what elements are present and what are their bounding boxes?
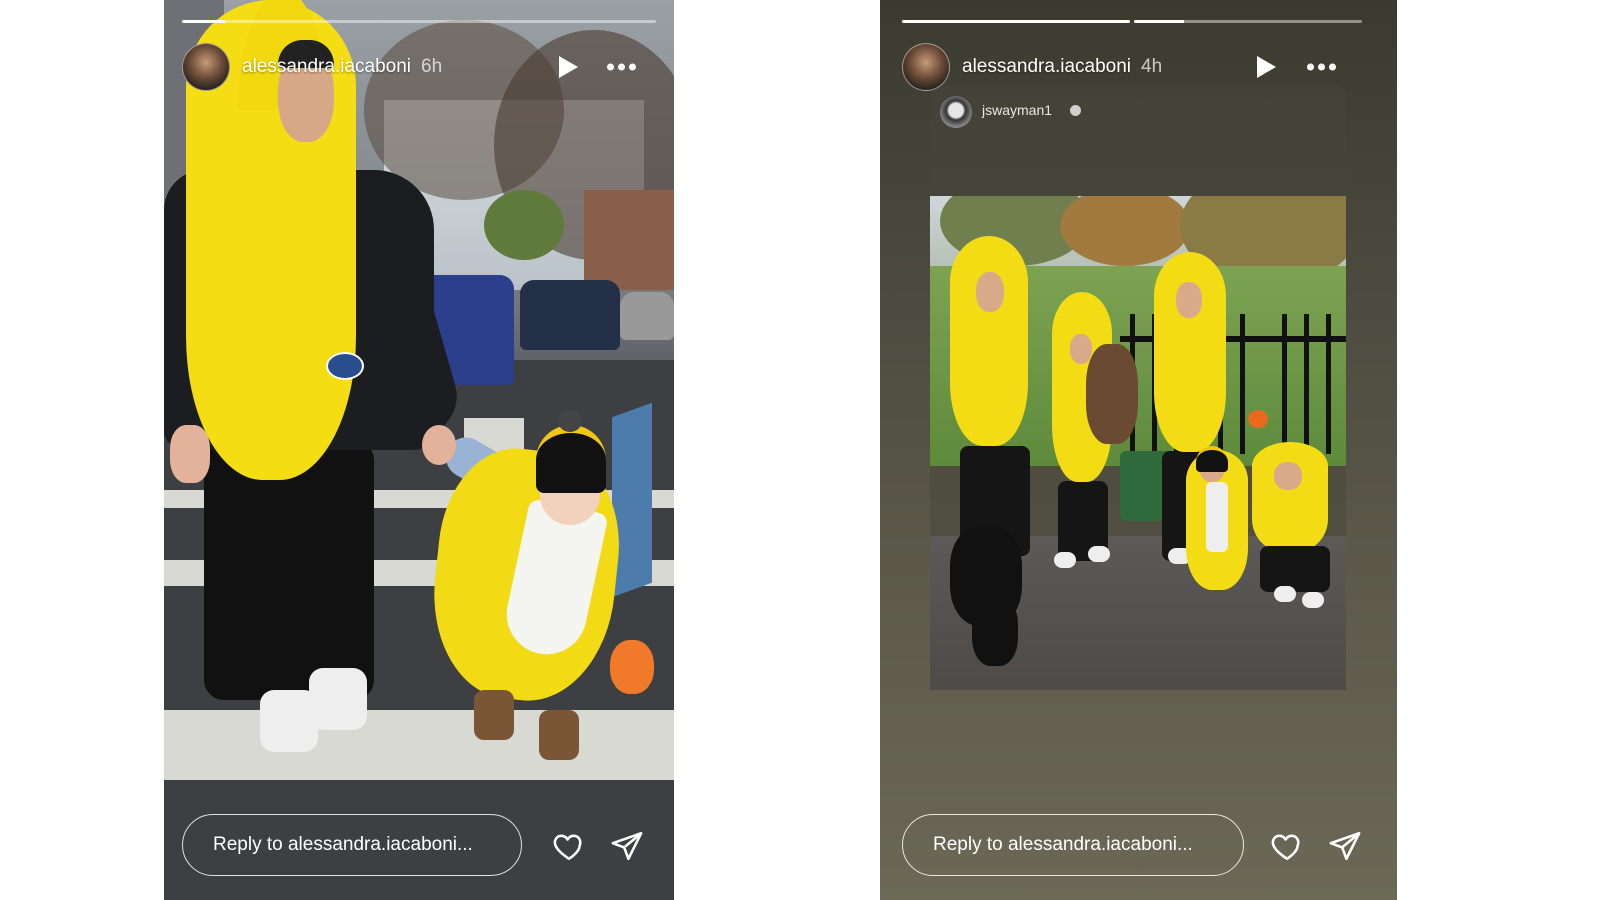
avatar[interactable] (902, 43, 950, 91)
story-header: alessandra.iacaboni 6h (182, 43, 656, 91)
reshared-photo[interactable] (930, 196, 1346, 690)
progress-segment (1134, 20, 1362, 23)
send-icon[interactable] (1328, 829, 1362, 863)
story-photo (164, 0, 674, 900)
story-progress-bar (902, 20, 1362, 23)
post-time: 4h (1141, 56, 1163, 77)
reply-placeholder: Reply to alessandra.iacaboni... (213, 834, 473, 855)
username[interactable]: alessandra.iacaboni (242, 56, 411, 78)
heart-icon[interactable] (1270, 829, 1304, 863)
reshare-avatar[interactable] (940, 96, 972, 128)
username[interactable]: alessandra.iacaboni (962, 56, 1131, 78)
reply-input[interactable]: Reply to alessandra.iacaboni... (182, 814, 522, 876)
story-progress-bar (182, 20, 656, 23)
verified-badge-icon (1070, 105, 1081, 116)
reply-input[interactable]: Reply to alessandra.iacaboni... (902, 814, 1244, 876)
avatar[interactable] (182, 43, 230, 91)
more-options-icon[interactable] (1307, 63, 1336, 71)
story-viewer-2: jswayman1 alessandra.iacaboni 4h Reply t… (880, 0, 1397, 900)
progress-segment (902, 20, 1130, 23)
story-footer: Reply to alessandra.iacaboni... (902, 814, 1362, 878)
more-options-icon[interactable] (607, 63, 636, 71)
heart-icon[interactable] (552, 829, 586, 863)
post-time: 6h (421, 56, 443, 77)
progress-segment (182, 20, 656, 23)
story-header: alessandra.iacaboni 4h (902, 43, 1362, 91)
reshare-username[interactable]: jswayman1 (982, 102, 1052, 118)
send-icon[interactable] (610, 829, 644, 863)
play-icon[interactable] (1257, 56, 1276, 78)
story-viewer-1: alessandra.iacaboni 6h Reply to alessand… (164, 0, 674, 900)
play-icon[interactable] (559, 56, 578, 78)
story-footer: Reply to alessandra.iacaboni... (182, 814, 656, 878)
reply-placeholder: Reply to alessandra.iacaboni... (933, 834, 1193, 855)
